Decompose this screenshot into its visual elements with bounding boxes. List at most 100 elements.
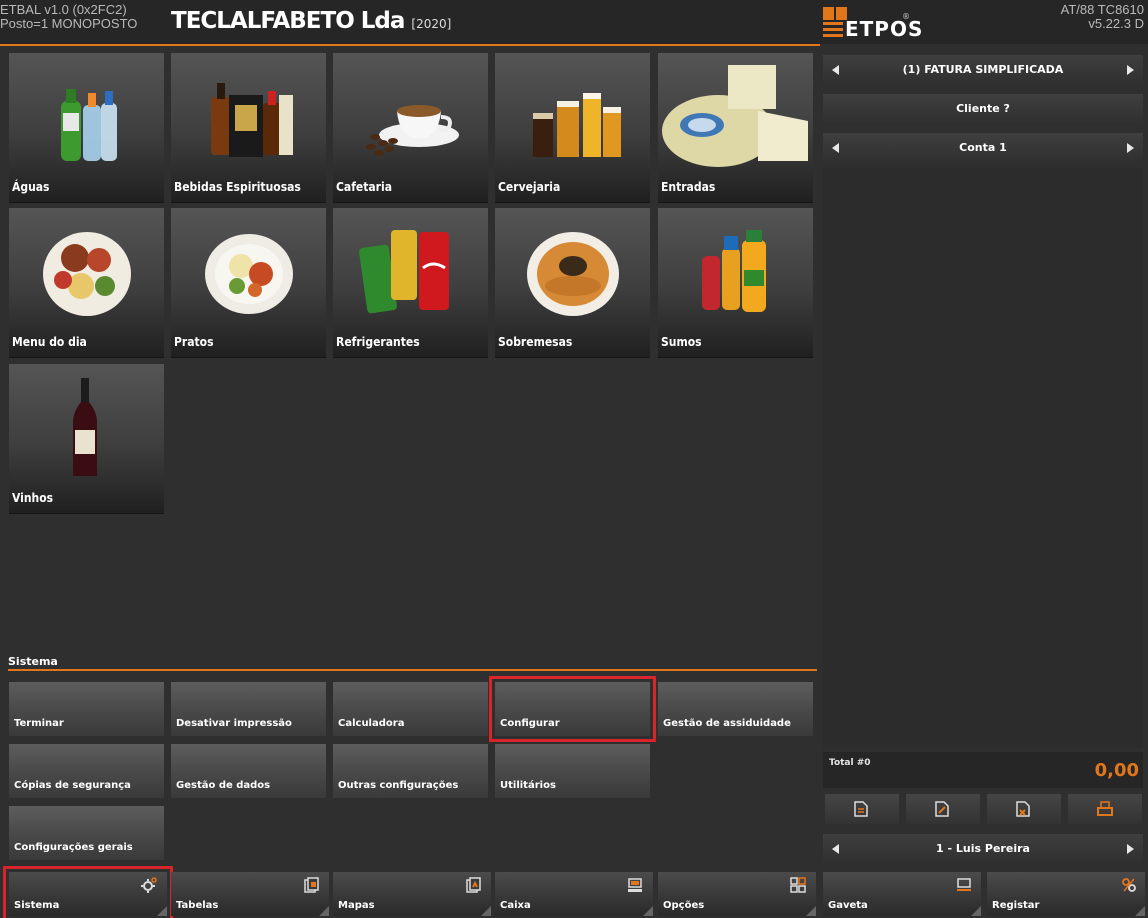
company-title: TECLALFABETO Lda bbox=[171, 8, 405, 34]
category-tile-entradas[interactable]: Entradas bbox=[658, 53, 813, 203]
category-label: Refrigerantes bbox=[336, 335, 420, 349]
category-tile-menu-do-dia[interactable]: Menu do dia bbox=[9, 208, 164, 358]
food-platter-icon bbox=[43, 232, 131, 316]
category-tile-cafetaria[interactable]: Cafetaria bbox=[333, 53, 488, 203]
category-label: Bebidas Espirituosas bbox=[174, 180, 301, 194]
cake-icon bbox=[527, 232, 619, 316]
category-label: Cafetaria bbox=[336, 180, 392, 194]
tables-icon bbox=[304, 877, 319, 893]
print-document-button[interactable] bbox=[1068, 794, 1142, 824]
grid-icon bbox=[790, 877, 806, 893]
cancel-document-button[interactable] bbox=[987, 794, 1061, 824]
button-label: Cópias de segurança bbox=[14, 780, 131, 791]
nav-label: Caixa bbox=[500, 900, 531, 911]
system-button-desativar-impressao[interactable]: Desativar impressão bbox=[171, 682, 326, 736]
drawer-button[interactable]: Gaveta bbox=[823, 872, 981, 916]
register-icon bbox=[1122, 878, 1136, 892]
operator-next-button[interactable] bbox=[1113, 834, 1143, 864]
system-info-line2: Posto=1 MONOPOSTO bbox=[0, 16, 138, 31]
logo-text: ETPOS bbox=[845, 17, 924, 41]
system-button-configurar[interactable]: Configurar bbox=[489, 676, 656, 742]
system-button-copias-seguranca[interactable]: Cópias de segurança bbox=[9, 744, 164, 798]
logo-registered: ® bbox=[902, 12, 910, 21]
corner-marker bbox=[643, 906, 653, 916]
total-display: Total #0 0,00 bbox=[823, 752, 1143, 788]
category-tile-refrigerantes[interactable]: Refrigerantes bbox=[333, 208, 488, 358]
system-button-gestao-assiduidade[interactable]: Gestão de assiduidade bbox=[658, 682, 813, 736]
operator-selector: 1 - Luis Pereira bbox=[823, 834, 1143, 864]
corner-marker bbox=[806, 906, 816, 916]
system-button-calculadora[interactable]: Calculadora bbox=[333, 682, 488, 736]
button-label: Outras configurações bbox=[338, 780, 459, 791]
section-title-sistema: Sistema bbox=[8, 655, 58, 668]
register-button[interactable]: Registar bbox=[987, 872, 1145, 916]
doc-type-next-button[interactable] bbox=[1113, 55, 1143, 85]
category-label: Águas bbox=[12, 180, 50, 194]
category-tile-pratos[interactable]: Pratos bbox=[171, 208, 326, 358]
button-label: Gestão de dados bbox=[176, 780, 271, 791]
system-button-utilitarios[interactable]: Utilitários bbox=[495, 744, 650, 798]
category-tile-sumos[interactable]: Sumos bbox=[658, 208, 813, 358]
document-lines-area[interactable] bbox=[823, 168, 1143, 748]
nav-label: Sistema bbox=[14, 900, 60, 911]
category-tile-vinhos[interactable]: Vinhos bbox=[9, 364, 164, 514]
wine-bottle-icon bbox=[73, 378, 97, 476]
spirits-bottles-icon bbox=[211, 83, 293, 157]
button-label: Utilitários bbox=[500, 780, 556, 791]
document-icon bbox=[854, 801, 868, 817]
button-label: Calculadora bbox=[338, 718, 405, 729]
cash-register-icon bbox=[628, 878, 642, 892]
category-label: Menu do dia bbox=[12, 335, 87, 349]
corner-marker bbox=[157, 906, 167, 916]
arrow-right-icon bbox=[1127, 143, 1134, 153]
beer-glasses-icon bbox=[533, 93, 621, 157]
nav-label: Opções bbox=[663, 900, 705, 911]
register-label: Registar bbox=[992, 900, 1040, 911]
nav-button-sistema[interactable]: Sistema bbox=[3, 866, 173, 918]
account-selector: Conta 1 bbox=[823, 133, 1143, 163]
system-button-configuracoes-gerais[interactable]: Configurações gerais bbox=[9, 806, 164, 860]
category-tile-bebidas-espirituosas[interactable]: Bebidas Espirituosas bbox=[171, 53, 326, 203]
category-label: Cervejaria bbox=[498, 180, 561, 194]
button-label: Configurações gerais bbox=[14, 842, 133, 853]
coffee-cup-icon bbox=[366, 105, 459, 156]
corner-marker bbox=[319, 906, 329, 916]
dish-plate-icon bbox=[205, 234, 293, 314]
client-label: Cliente ? bbox=[956, 102, 1010, 115]
category-label: Entradas bbox=[661, 180, 716, 194]
juice-bottles-icon bbox=[702, 230, 766, 312]
system-info: ETBAL v1.0 (0x2FC2) Posto=1 MONOPOSTO bbox=[0, 3, 137, 31]
client-button[interactable]: Cliente ? bbox=[823, 94, 1143, 124]
edit-document-button[interactable] bbox=[906, 794, 980, 824]
company-year: [2020] bbox=[411, 17, 452, 31]
button-label: Terminar bbox=[14, 718, 64, 729]
category-tile-aguas[interactable]: Águas bbox=[9, 53, 164, 203]
category-label: Pratos bbox=[174, 335, 214, 349]
system-button-outras-configuracoes[interactable]: Outras configurações bbox=[333, 744, 488, 798]
version-info: AT/88 TC8610 v5.22.3 D bbox=[1061, 3, 1144, 31]
nav-label: Mapas bbox=[338, 900, 375, 911]
system-info-line1: ETBAL v1.0 (0x2FC2) bbox=[0, 2, 127, 17]
arrow-right-icon bbox=[1127, 65, 1134, 75]
document-type-selector: (1) FATURA SIMPLIFICADA bbox=[823, 55, 1143, 85]
system-button-terminar[interactable]: Terminar bbox=[9, 682, 164, 736]
version-line1: AT/88 TC8610 bbox=[1060, 2, 1144, 17]
nav-button-caixa[interactable]: Caixa bbox=[495, 872, 653, 916]
new-document-button[interactable] bbox=[825, 794, 899, 824]
cheese-icon bbox=[662, 65, 808, 167]
category-tile-sobremesas[interactable]: Sobremesas bbox=[495, 208, 650, 358]
company-name: TECLALFABETO Lda [2020] bbox=[171, 8, 451, 34]
nav-button-opcoes[interactable]: Opções bbox=[658, 872, 816, 916]
nav-button-mapas[interactable]: Mapas bbox=[333, 872, 491, 916]
maps-icon bbox=[466, 877, 481, 893]
system-button-gestao-dados[interactable]: Gestão de dados bbox=[171, 744, 326, 798]
top-bar: ETBAL v1.0 (0x2FC2) Posto=1 MONOPOSTO TE… bbox=[0, 0, 1148, 46]
account-next-button[interactable] bbox=[1113, 133, 1143, 163]
water-bottles-icon bbox=[61, 89, 117, 161]
drawer-label: Gaveta bbox=[828, 900, 868, 911]
nav-button-tabelas[interactable]: Tabelas bbox=[171, 872, 329, 916]
category-tile-cervejaria[interactable]: Cervejaria bbox=[495, 53, 650, 203]
corner-marker bbox=[971, 906, 981, 916]
category-label: Sumos bbox=[661, 335, 702, 349]
button-label: Gestão de assiduidade bbox=[663, 718, 791, 729]
